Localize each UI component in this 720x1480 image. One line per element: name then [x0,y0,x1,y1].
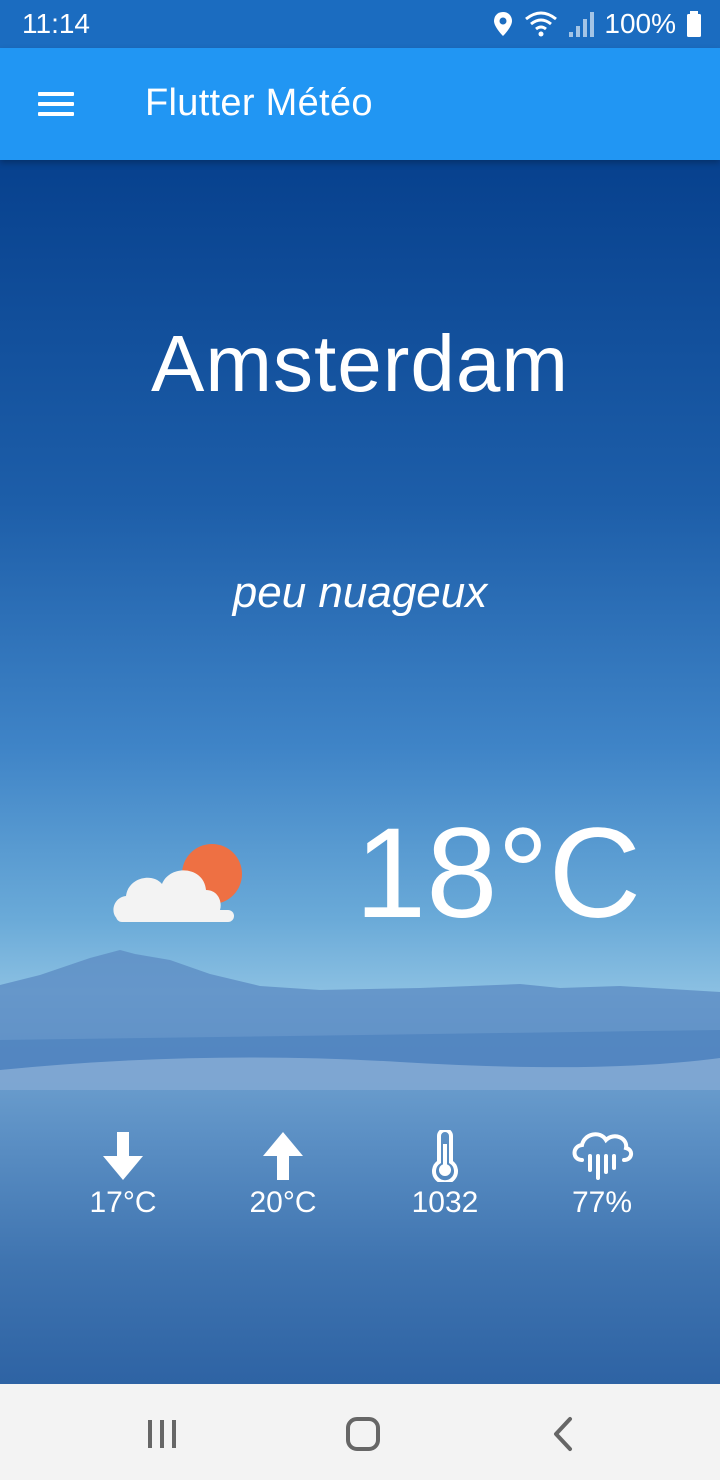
mountain-background [0,950,720,1090]
rain-cloud-icon [572,1132,633,1180]
humidity-value: 77% [571,1186,633,1219]
pressure-value: 1032 [411,1186,479,1219]
app-bar: Flutter Météo [0,48,720,160]
temp-max-value: 20°C [249,1186,317,1219]
location-icon [494,12,513,36]
battery-icon [687,11,701,37]
system-navigation-bar [0,1384,720,1480]
status-icons: 100% [492,6,702,42]
humidity-stat: 77% [537,1130,667,1220]
temp-max-stat: 20°C [218,1130,348,1220]
app-title: Flutter Météo [145,82,373,124]
menu-icon[interactable] [36,88,76,120]
weather-description: peu nuageux [232,568,488,617]
arrow-up-icon [263,1132,303,1180]
temp-min-value: 17°C [89,1186,157,1219]
battery-percentage: 100% [604,8,676,39]
home-icon[interactable] [343,1414,383,1454]
recent-apps-icon[interactable] [142,1414,182,1454]
signal-icon [569,12,595,37]
status-time: 11:14 [22,8,90,39]
pressure-stat: 1032 [380,1130,510,1220]
thermometer-icon [432,1130,458,1182]
status-bar: 11:14 100% [0,0,720,48]
arrow-down-icon [103,1132,143,1180]
current-temperature: 18°C [355,802,641,945]
weather-screen: Amsterdam peu nuageux 18°C 17°C 20°C 103… [0,160,720,1384]
back-icon[interactable] [544,1414,584,1454]
temp-min-stat: 17°C [58,1130,188,1220]
city-name: Amsterdam [151,319,569,408]
wifi-icon [525,11,558,37]
partly-cloudy-icon [113,844,242,922]
